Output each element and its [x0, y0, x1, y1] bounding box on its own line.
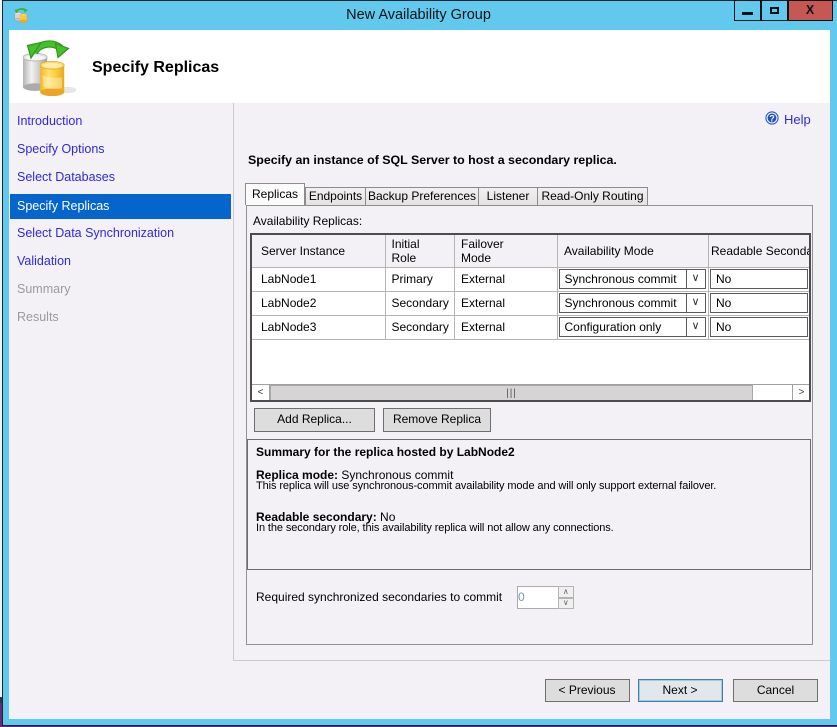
svg-text:?: ?	[769, 113, 775, 123]
